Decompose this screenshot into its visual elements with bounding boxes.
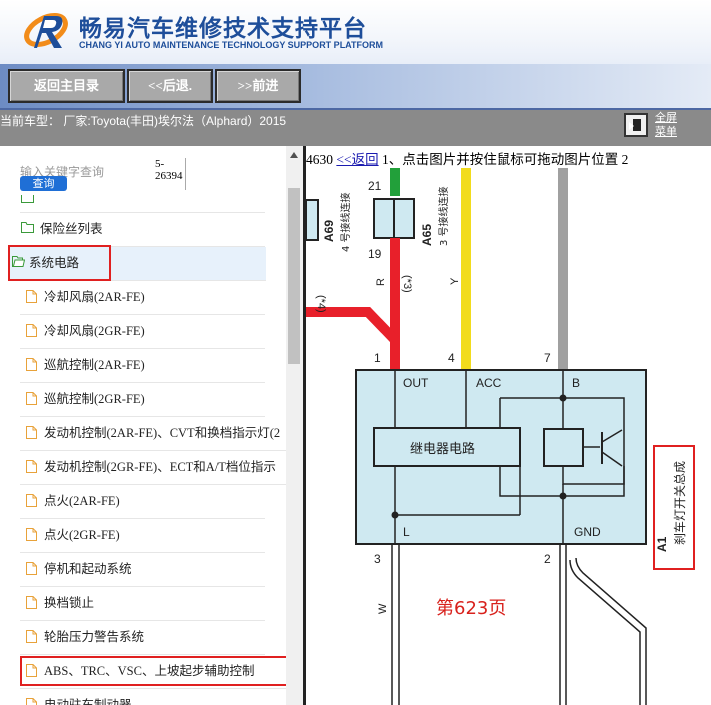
tree-item-label: 轮胎压力警告系统: [44, 630, 145, 644]
tree-item-doc[interactable]: 冷却风扇(2AR-FE): [20, 281, 265, 315]
tree-item-label: 冷却风扇(2AR-FE): [44, 290, 145, 304]
wire-color-label: Y: [449, 277, 461, 285]
pin-label: 4: [448, 351, 455, 365]
tree-item-label: 发动机控制(2AR-FE)、CVT和换档指示灯(2: [44, 426, 281, 440]
tree-item-doc[interactable]: 电动驻车制动器: [20, 689, 265, 705]
tree-item-label: 点火(2AR-FE): [44, 494, 120, 508]
tree-item-doc[interactable]: 巡航控制(2AR-FE): [20, 349, 265, 383]
tree-item-label: 巡航控制(2AR-FE): [44, 358, 145, 372]
instruction-text: 1、点击图片并按住鼠标可拖动图片位置 2: [378, 152, 629, 167]
tree-item-doc[interactable]: 轮胎压力警告系统: [20, 621, 265, 655]
document-icon: [26, 290, 37, 303]
platform-subtitle: CHANG YI AUTO MAINTENANCE TECHNOLOGY SUP…: [79, 40, 384, 50]
terminal-label: OUT: [403, 376, 429, 390]
forward-button[interactable]: >>前进: [215, 69, 301, 103]
count-total: 26394: [155, 170, 183, 182]
search-button[interactable]: 查询: [20, 176, 67, 191]
swoosh-logo-icon: [24, 13, 68, 48]
tree-item-label: 电动驻车制动器: [44, 698, 132, 705]
tree-item-doc[interactable]: 冷却风扇(2GR-FE): [20, 315, 265, 349]
note-label: (*4): [315, 295, 327, 313]
component-name: 刹车灯开关总成: [672, 461, 687, 545]
pin-label: 19: [368, 247, 382, 261]
terminal-label: ACC: [476, 376, 502, 390]
tree-item-label: 巡航控制(2GR-FE): [44, 392, 145, 406]
tree-item-label: 换档锁止: [44, 596, 95, 610]
fullscreen-label: 全屏: [655, 111, 677, 124]
terminal-label: GND: [574, 525, 601, 539]
back-link[interactable]: <<返回: [336, 152, 378, 167]
diagram-header: 4630 <<返回 1、点击图片并按住鼠标可拖动图片位置 2: [306, 148, 711, 168]
divider: [185, 158, 186, 190]
tree-item-label: 冷却风扇(2GR-FE): [44, 324, 145, 338]
highlight-box: [8, 245, 111, 281]
app-header: 畅易汽车维修技术支持平台 CHANG YI AUTO MAINTENANCE T…: [0, 0, 711, 64]
connector-desc: 3 号接线连接: [437, 186, 450, 246]
terminal-label: B: [572, 376, 580, 390]
count-range: 5-: [155, 158, 165, 170]
document-icon: [26, 426, 37, 439]
document-icon: [26, 630, 37, 643]
folder-icon: [21, 222, 34, 233]
document-icon: [26, 528, 37, 541]
pin-label: 2: [544, 552, 551, 566]
component-code: A1: [655, 536, 669, 552]
tree-item-doc[interactable]: 换档锁止: [20, 587, 265, 621]
highlight-box: [20, 656, 292, 686]
tree-item-label: 点火(2GR-FE): [44, 528, 120, 542]
document-icon: [26, 562, 37, 575]
note-label: (*3): [401, 275, 413, 293]
folder-icon: [21, 195, 34, 203]
tree-item-doc[interactable]: 发动机控制(2AR-FE)、CVT和换档指示灯(2: [20, 417, 286, 451]
scroll-thumb[interactable]: [288, 188, 300, 364]
document-icon: [26, 358, 37, 371]
tree-item-doc[interactable]: 停机和起动系统: [20, 553, 265, 587]
fullscreen-toggle-icon[interactable]: [624, 113, 648, 137]
page-number-label: 第623页: [436, 598, 506, 619]
back-button[interactable]: <<后退.: [127, 69, 213, 103]
home-button[interactable]: 返回主目录: [8, 69, 125, 103]
connector-label: A69: [322, 220, 336, 242]
document-icon: [26, 596, 37, 609]
wire-color-label: W: [377, 603, 389, 614]
pin-label: 1: [374, 351, 381, 365]
document-icon: [26, 392, 37, 405]
tree-item-label: 保险丝列表: [40, 222, 103, 236]
connector-label: A65: [420, 224, 434, 246]
pin-label: 7: [544, 351, 551, 365]
nav-bar: 返回主目录 <<后退. >>前进: [0, 64, 711, 110]
document-icon: [26, 698, 37, 705]
menu-label: 菜单: [655, 125, 677, 138]
document-icon: [26, 460, 37, 473]
document-icon: [26, 324, 37, 337]
tree-item-label: 发动机控制(2GR-FE)、ECT和A/T档位指示: [44, 460, 276, 474]
tree-item-doc[interactable]: 发动机控制(2GR-FE)、ECT和A/T档位指示: [20, 451, 286, 485]
document-icon: [26, 494, 37, 507]
relay-circuit-label: 继电器电路: [410, 441, 475, 457]
current-model-text: 当前车型： 厂家:Toyota(丰田)埃尔法（Alphard）2015: [0, 114, 287, 128]
result-count: 5- 26394: [155, 158, 183, 182]
pin-label: 3: [374, 552, 381, 566]
pin-label: 21: [368, 179, 382, 193]
tree-item-fuse-list[interactable]: 保险丝列表: [20, 213, 265, 247]
terminal-label: L: [403, 525, 410, 539]
connector-desc: 4 号接线连接: [339, 192, 352, 252]
tree-item-label: 停机和起动系统: [44, 562, 132, 576]
platform-title: 畅易汽车维修技术支持平台: [79, 16, 367, 42]
tree-item-doc[interactable]: 点火(2GR-FE): [20, 519, 265, 553]
wire-color-label: R: [375, 278, 387, 286]
model-info-bar: 当前车型： 厂家:Toyota(丰田)埃尔法（Alphard）2015: [0, 110, 711, 146]
tree-item-doc[interactable]: 点火(2AR-FE): [20, 485, 265, 519]
scroll-up-arrow-icon[interactable]: [290, 152, 298, 158]
tree-item-doc[interactable]: 巡航控制(2GR-FE): [20, 383, 265, 417]
wiring-diagram[interactable]: A69 4 号接线连接 21 A65 3 号接线连接 19 (*4) R (*3…: [306, 168, 711, 705]
fullscreen-menu-link[interactable]: 全屏 菜单: [655, 111, 677, 139]
diagram-number: 4630: [306, 152, 333, 167]
